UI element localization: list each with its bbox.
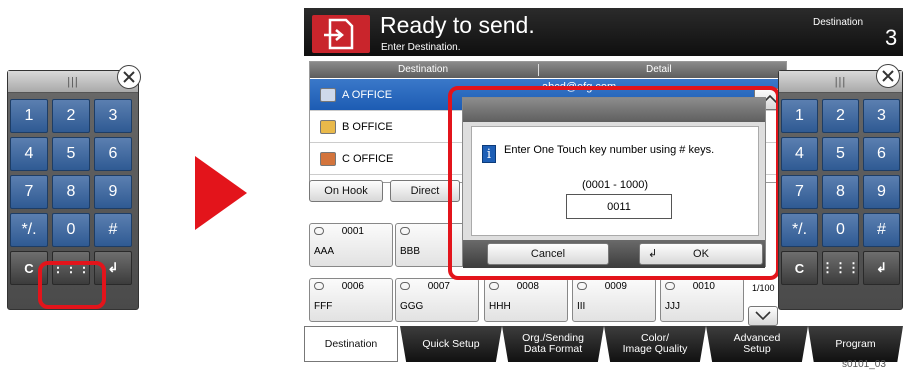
one-touch-key[interactable]: 0006 FFF	[309, 278, 393, 322]
clear-key[interactable]: C	[781, 251, 818, 285]
envelope-icon	[320, 87, 336, 102]
tab-program[interactable]: Program	[808, 326, 903, 362]
page-indicator: 1/100	[752, 283, 775, 293]
one-touch-key[interactable]: 0010 JJJ	[660, 278, 744, 322]
key-star-dot[interactable]: */.	[10, 213, 48, 247]
key-number: 0001	[341, 226, 364, 237]
key-name: AAA	[314, 246, 335, 257]
key-name: GGG	[400, 301, 424, 312]
key-6[interactable]: 6	[863, 137, 900, 171]
key-8[interactable]: 8	[52, 175, 90, 209]
one-touch-key[interactable]: 0009 III	[572, 278, 656, 322]
key-name: BBB	[400, 246, 421, 257]
key-star-dot[interactable]: */.	[781, 213, 818, 247]
header-bar: Ready to send. Enter Destination. Destin…	[304, 8, 903, 56]
key-number: 0008	[516, 281, 539, 292]
contact-icon	[489, 282, 499, 290]
tab-bar: Destination Quick Setup Org./Sending Dat…	[304, 326, 903, 362]
column-detail: Detail	[646, 64, 672, 75]
key-9[interactable]: 9	[863, 175, 900, 209]
page-title: Ready to send.	[380, 12, 535, 38]
key-hash[interactable]: #	[94, 213, 132, 247]
key-5[interactable]: 5	[822, 137, 859, 171]
key-7[interactable]: 7	[10, 175, 48, 209]
dialog-highlight-ring	[448, 86, 780, 280]
close-icon[interactable]	[876, 64, 900, 88]
chevron-down-icon	[755, 311, 771, 321]
close-icon[interactable]	[117, 65, 141, 89]
key-6[interactable]: 6	[94, 137, 132, 171]
enter-key[interactable]: ↲	[863, 251, 900, 285]
tab-advanced-setup[interactable]: Advanced Setup	[706, 326, 808, 362]
key-5[interactable]: 5	[52, 137, 90, 171]
key-name: JJJ	[665, 301, 680, 312]
tab-color-image-quality[interactable]: Color/ Image Quality	[604, 326, 706, 362]
key-9[interactable]: 9	[94, 175, 132, 209]
key-8[interactable]: 8	[822, 175, 859, 209]
key-2[interactable]: 2	[822, 99, 859, 133]
key-number: 0010	[692, 281, 715, 292]
key-7[interactable]: 7	[781, 175, 818, 209]
one-touch-key[interactable]: 0008 HHH	[484, 278, 568, 322]
key-name: III	[577, 301, 586, 312]
key-2[interactable]: 2	[52, 99, 90, 133]
list-header: Destination Detail	[310, 62, 786, 78]
arrow-right-icon	[195, 156, 247, 230]
send-icon	[312, 15, 370, 53]
figure-caption: s0101_03	[842, 359, 886, 370]
contact-icon	[400, 227, 410, 235]
contact-icon	[577, 282, 587, 290]
group-icon	[320, 151, 336, 166]
one-touch-key[interactable]: 0001 AAA	[309, 223, 393, 267]
key-0[interactable]: 0	[52, 213, 90, 247]
key-number: 0009	[604, 281, 627, 292]
column-destination: Destination	[398, 64, 449, 75]
key-4[interactable]: 4	[781, 137, 818, 171]
tab-quick-setup[interactable]: Quick Setup	[400, 326, 502, 362]
list-item-name: C OFFICE	[342, 152, 394, 165]
contact-icon	[314, 282, 324, 290]
grip-label: |||	[67, 75, 79, 88]
key-1[interactable]: 1	[10, 99, 48, 133]
key-3[interactable]: 3	[94, 99, 132, 133]
list-item-name: B OFFICE	[342, 120, 393, 133]
destination-count: 3	[885, 25, 898, 50]
contact-icon	[665, 282, 675, 290]
destination-label: Destination	[813, 17, 864, 28]
keypad-toggle-key[interactable]: ⋮⋮⋮	[821, 251, 860, 285]
tab-org-sending-data-format[interactable]: Org./Sending Data Format	[502, 326, 604, 362]
key-1[interactable]: 1	[781, 99, 818, 133]
key-number: 0007	[427, 281, 450, 292]
key-3[interactable]: 3	[863, 99, 900, 133]
key-4[interactable]: 4	[10, 137, 48, 171]
grip-label: |||	[834, 75, 847, 88]
scroll-down-button[interactable]	[748, 306, 778, 326]
one-touch-key[interactable]: 0007 GGG	[395, 278, 479, 322]
tab-destination[interactable]: Destination	[304, 326, 398, 362]
on-hook-button[interactable]: On Hook	[309, 180, 383, 202]
key-0[interactable]: 0	[822, 213, 859, 247]
key-name: FFF	[314, 301, 333, 312]
key-hash[interactable]: #	[863, 213, 900, 247]
column-divider	[538, 64, 539, 76]
folder-icon	[320, 119, 336, 134]
contact-icon	[314, 227, 324, 235]
key-name: HHH	[489, 301, 511, 312]
key-number: 0006	[341, 281, 364, 292]
highlight-ring	[38, 261, 106, 309]
contact-icon	[400, 282, 410, 290]
page-subtitle: Enter Destination.	[381, 42, 461, 53]
